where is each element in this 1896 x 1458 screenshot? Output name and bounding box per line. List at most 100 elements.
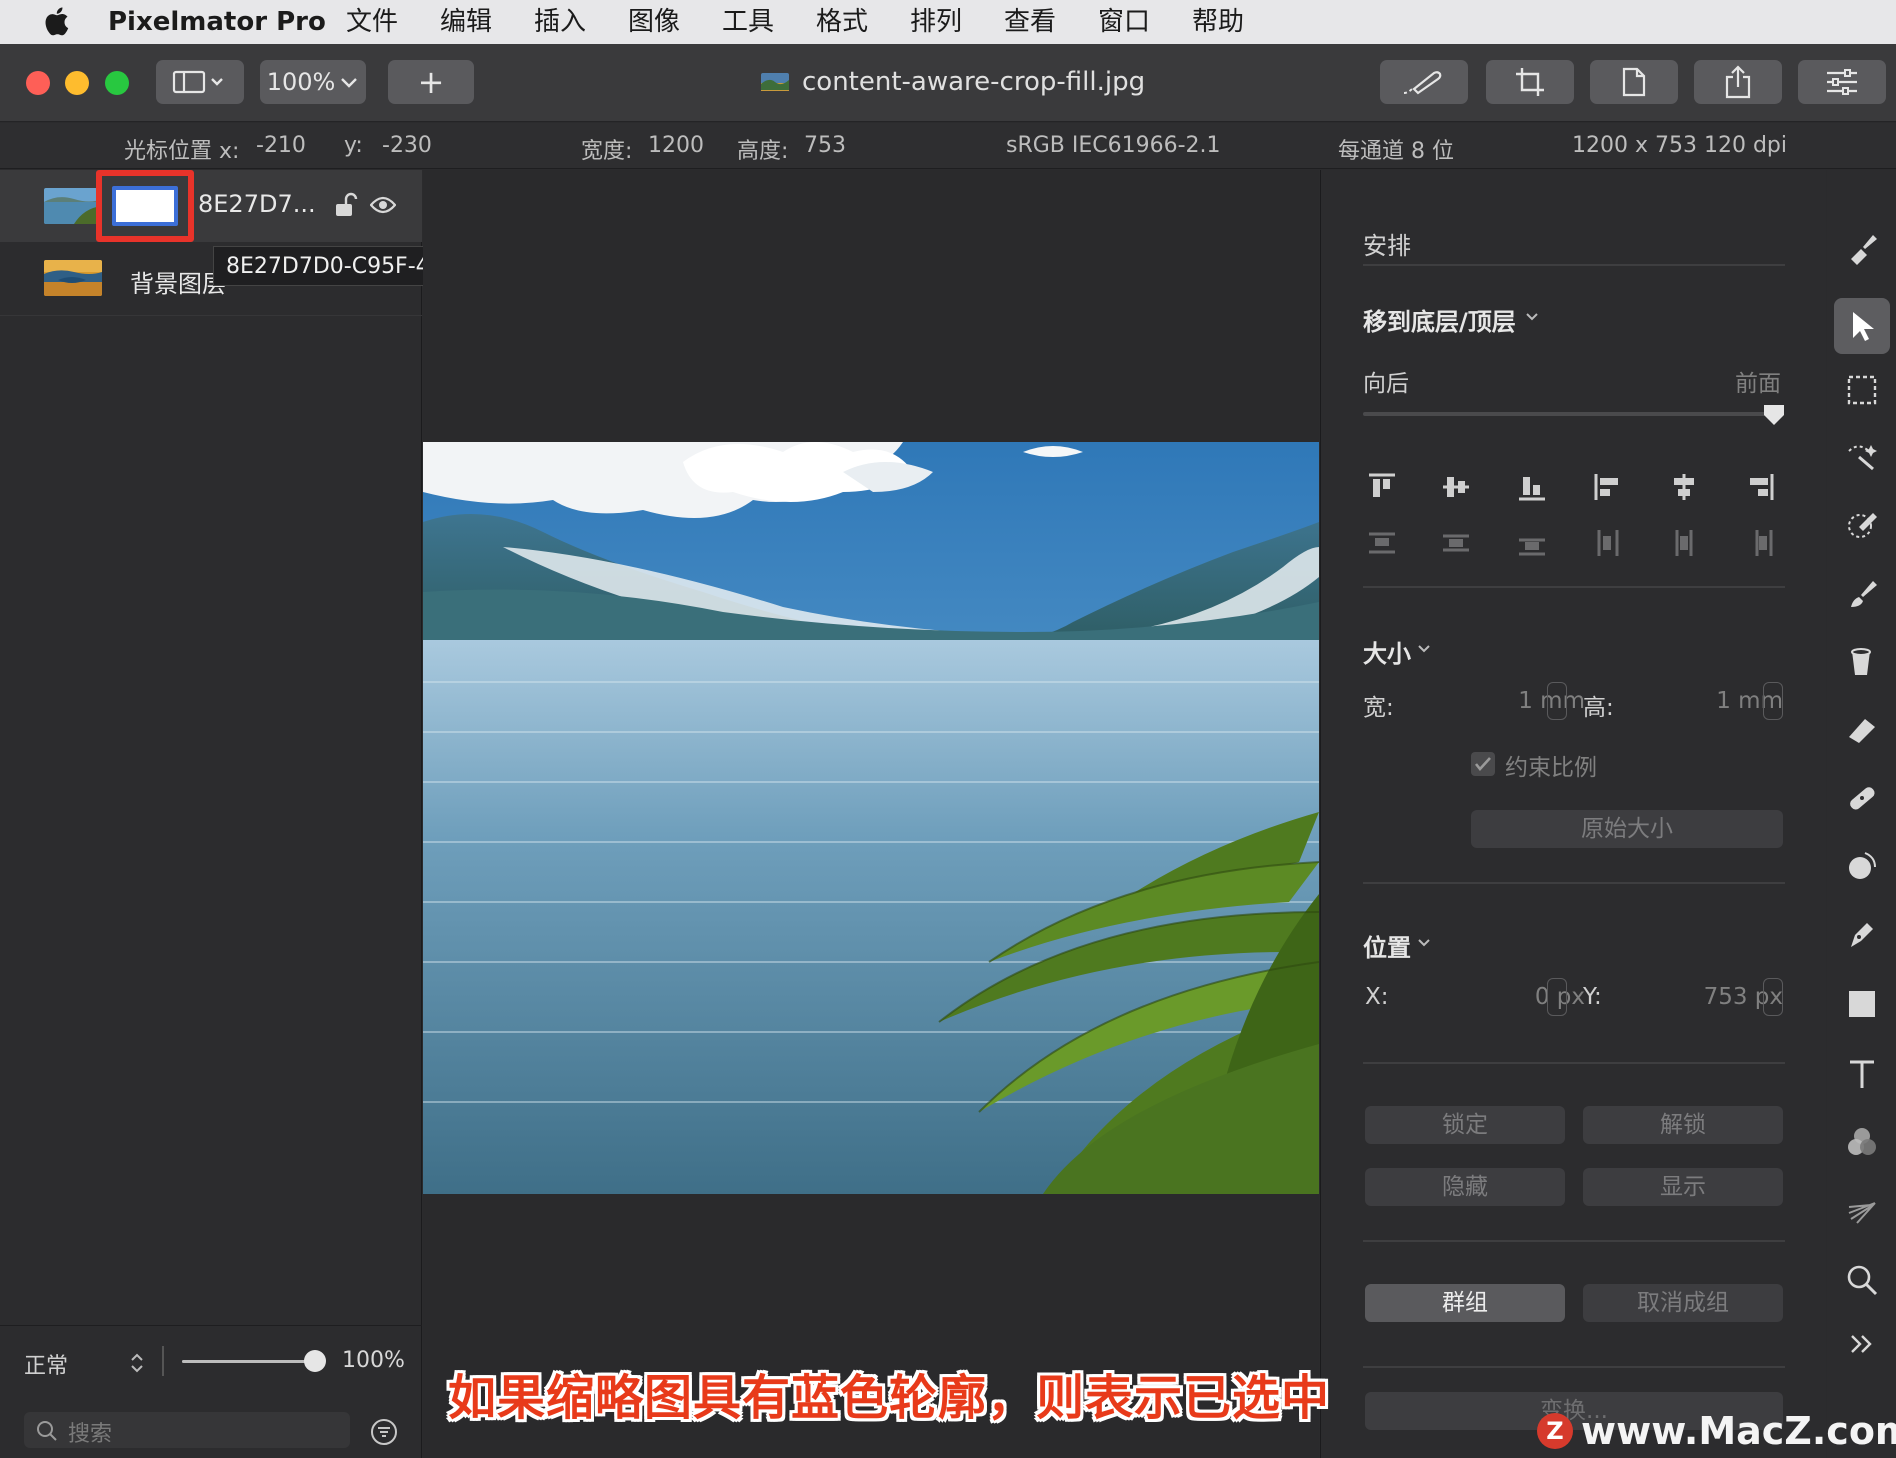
- sidebar-toggle-button[interactable]: [156, 60, 244, 104]
- distribute-right-icon[interactable]: [1745, 528, 1775, 558]
- more-tools-button[interactable]: [1834, 1316, 1890, 1372]
- hide-button[interactable]: 隐藏: [1365, 1168, 1565, 1206]
- distort-tool[interactable]: [1834, 838, 1890, 894]
- show-button[interactable]: 显示: [1583, 1168, 1783, 1206]
- order-slider[interactable]: [1363, 412, 1783, 416]
- divider: [1363, 1366, 1785, 1368]
- effects-tool[interactable]: [1834, 1182, 1890, 1238]
- menu-tools[interactable]: 工具: [722, 4, 774, 40]
- text-t-icon: [1850, 1060, 1874, 1088]
- menu-view[interactable]: 查看: [1004, 4, 1056, 40]
- share-button[interactable]: [1694, 60, 1782, 104]
- apple-menu-icon[interactable]: [40, 4, 70, 38]
- shape-layer-thumbnail[interactable]: [112, 186, 178, 226]
- menu-image[interactable]: 图像: [628, 4, 680, 40]
- layer-name[interactable]: 背景图层: [130, 264, 226, 299]
- document-title-text: content-aware-crop-fill.jpg: [802, 67, 1146, 97]
- menu-file[interactable]: 文件: [346, 4, 398, 40]
- eye-icon[interactable]: [370, 196, 396, 214]
- menu-help[interactable]: 帮助: [1192, 4, 1244, 40]
- distribute-vertical-center-icon[interactable]: [1441, 528, 1471, 558]
- zoom-window-button[interactable]: [105, 71, 129, 95]
- order-slider-knob[interactable]: [1761, 402, 1787, 428]
- document-title: content-aware-crop-fill.jpg: [760, 64, 1145, 100]
- minimize-window-button[interactable]: [65, 71, 89, 95]
- x-stepper[interactable]: [1547, 978, 1567, 1016]
- chevron-down-icon[interactable]: [1417, 938, 1431, 948]
- retouch-tool[interactable]: [1834, 770, 1890, 826]
- lock-button[interactable]: 锁定: [1365, 1106, 1565, 1144]
- size-section-title[interactable]: 大小: [1363, 634, 1411, 669]
- adjustments-button[interactable]: [1798, 60, 1886, 104]
- close-window-button[interactable]: [26, 71, 50, 95]
- erase-tool[interactable]: [1834, 702, 1890, 758]
- divider: [162, 1346, 164, 1376]
- unlock-icon[interactable]: [334, 192, 358, 218]
- divider: [1363, 1240, 1785, 1242]
- add-button[interactable]: +: [388, 60, 474, 104]
- chevron-down-icon[interactable]: [1417, 644, 1431, 654]
- align-top-icon[interactable]: [1367, 472, 1397, 502]
- filter-icon[interactable]: [370, 1418, 398, 1446]
- opacity-slider[interactable]: [182, 1350, 327, 1372]
- watermark: Z www.MacZ.com: [1537, 1408, 1896, 1454]
- document-button[interactable]: [1590, 60, 1678, 104]
- distribute-horizontal-center-icon[interactable]: [1669, 528, 1699, 558]
- panel-title: 安排: [1363, 232, 1411, 260]
- y-stepper[interactable]: [1763, 978, 1783, 1016]
- toolbar: 100% + content-aware-crop-fill.jpg: [0, 44, 1896, 122]
- opacity-slider-knob[interactable]: [304, 1350, 327, 1372]
- crop-tool-button[interactable]: [1486, 60, 1574, 104]
- style-tool[interactable]: [1834, 220, 1890, 276]
- layer-row-shape[interactable]: 8E27D7...: [0, 170, 422, 242]
- arrange-tool[interactable]: [1834, 298, 1890, 354]
- color-select-tool[interactable]: [1834, 496, 1890, 552]
- quick-select-tool[interactable]: [1834, 428, 1890, 484]
- height-stepper[interactable]: [1763, 682, 1783, 720]
- align-bottom-icon[interactable]: [1517, 472, 1547, 502]
- menu-edit[interactable]: 编辑: [440, 4, 492, 40]
- type-tool[interactable]: [1834, 1046, 1890, 1102]
- chevron-down-icon[interactable]: [1525, 312, 1539, 322]
- menu-insert[interactable]: 插入: [534, 4, 586, 40]
- fill-tool[interactable]: [1834, 634, 1890, 690]
- zoom-tool[interactable]: [1834, 1252, 1890, 1308]
- pen-tool[interactable]: [1834, 906, 1890, 962]
- blend-mode-value[interactable]: 正常: [24, 1348, 68, 1380]
- resolution: 1200 x 753 120 dpi: [1572, 133, 1788, 158]
- document-image[interactable]: [423, 442, 1319, 1194]
- menu-format[interactable]: 格式: [816, 4, 868, 40]
- distribute-top-icon[interactable]: [1367, 528, 1397, 558]
- group-button[interactable]: 群组: [1365, 1284, 1565, 1322]
- align-horizontal-center-icon[interactable]: [1669, 472, 1699, 502]
- ungroup-button[interactable]: 取消成组: [1583, 1284, 1783, 1322]
- move-section-title[interactable]: 移到底层/顶层: [1363, 302, 1516, 337]
- unlock-button[interactable]: 解锁: [1583, 1106, 1783, 1144]
- rectangle-select-tool[interactable]: [1834, 362, 1890, 418]
- menu-app-name[interactable]: Pixelmator Pro: [108, 4, 326, 40]
- paint-tool[interactable]: [1834, 566, 1890, 622]
- align-vertical-center-icon[interactable]: [1441, 472, 1471, 502]
- zoom-dropdown[interactable]: 100%: [260, 60, 366, 104]
- layer-search-field[interactable]: 搜索: [24, 1412, 350, 1448]
- layer-name[interactable]: 8E27D7...: [198, 190, 316, 218]
- menu-arrange[interactable]: 排列: [910, 4, 962, 40]
- shape-tool[interactable]: [1834, 976, 1890, 1032]
- width-field[interactable]: 1 mm: [1469, 688, 1585, 714]
- align-left-icon[interactable]: [1593, 472, 1623, 502]
- updown-chevron-icon[interactable]: [130, 1352, 144, 1374]
- distribute-left-icon[interactable]: [1593, 528, 1623, 558]
- original-size-button[interactable]: 原始大小: [1471, 810, 1783, 848]
- watermark-text: www.MacZ.com: [1581, 1409, 1896, 1453]
- style-tool-button[interactable]: [1380, 60, 1468, 104]
- color-adjust-tool[interactable]: [1834, 1114, 1890, 1170]
- align-right-icon[interactable]: [1745, 472, 1775, 502]
- constrain-checkbox[interactable]: [1471, 752, 1495, 776]
- width-stepper[interactable]: [1547, 682, 1567, 720]
- sparkle-lines-icon: [1848, 1202, 1876, 1224]
- position-section-title[interactable]: 位置: [1363, 928, 1411, 963]
- opacity-fill: [182, 1360, 316, 1363]
- distribute-bottom-icon[interactable]: [1517, 528, 1547, 558]
- menu-window[interactable]: 窗口: [1098, 4, 1150, 40]
- canvas-area[interactable]: [423, 170, 1319, 1458]
